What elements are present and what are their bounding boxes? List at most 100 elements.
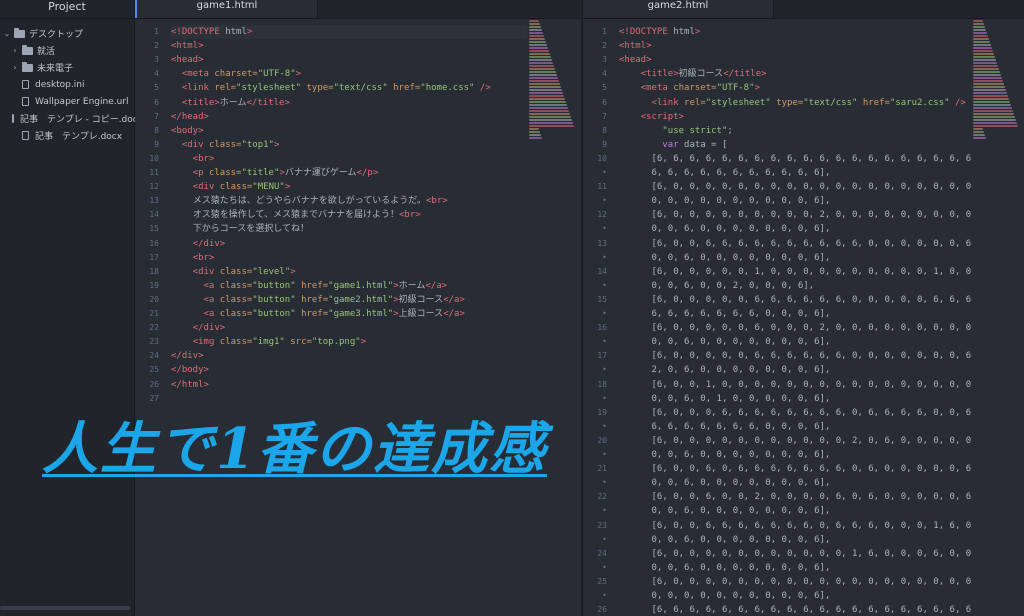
line-number: • — [602, 168, 607, 177]
minimap-line — [529, 89, 562, 91]
minimap-line — [973, 38, 989, 40]
code-line: 0, 0, 6, 0, 0, 0, 0, 0, 0, 0, 6], — [619, 222, 971, 236]
minimap[interactable] — [529, 20, 577, 140]
minimap-line — [973, 53, 994, 55]
sidebar-scrollbar[interactable] — [0, 606, 130, 610]
code-text: [6, 0, 0, 1, 0, 0, 0, 0, 0, 0, 0, 0, 0, … — [651, 379, 971, 390]
line-number: 3 — [602, 55, 607, 65]
code-text: [6, 0, 0, 0, 6, 6, 6, 6, 6, 6, 6, 6, 0, … — [651, 407, 971, 418]
tree-file[interactable]: 記事 テンプレ.docx — [0, 127, 134, 144]
code-text: <p class="title">バナナ運びゲーム</p> — [192, 168, 379, 178]
line-number: 19 — [149, 280, 159, 290]
line-number: 6 — [602, 97, 607, 107]
line-number: • — [602, 506, 607, 516]
code-text: <html> — [171, 41, 204, 52]
code-line: [6, 0, 0, 0, 0, 0, 0, 0, 0, 0, 0, 0, 0, … — [619, 180, 971, 194]
code-area[interactable]: <!DOCTYPE html> <html> <head> <title>初級コース… — [619, 19, 971, 616]
code-text: 0, 0, 6, 0, 0, 0, 0, 0, 0, 0, 6], — [651, 562, 831, 573]
line-number: • — [602, 421, 607, 431]
tree-file[interactable]: desktop.ini — [0, 76, 134, 93]
tree-folder[interactable]: › 就活 — [0, 42, 134, 59]
code-text: [6, 0, 0, 0, 0, 0, 6, 6, 6, 6, 6, 6, 0, … — [651, 351, 971, 362]
code-line: [6, 0, 0, 0, 0, 0, 6, 6, 6, 6, 6, 6, 0, … — [619, 293, 971, 307]
line-number: 4 — [154, 69, 159, 79]
line-number: • — [602, 309, 607, 318]
file-icon — [22, 131, 29, 140]
code-line: <p class="title">バナナ運びゲーム</p> — [171, 166, 527, 180]
code-line: </head> — [171, 110, 527, 124]
code-text: [6, 0, 0, 0, 0, 0, 0, 0, 0, 0, 0, 0, 0, … — [651, 182, 971, 193]
code-text: 6, 6, 6, 6, 6, 6, 6, 6, 6, 6, 6], — [651, 168, 831, 178]
tab-game2-html[interactable]: game2.html — [583, 0, 774, 18]
minimap-line — [973, 101, 1010, 103]
tree-file[interactable]: Wallpaper Engine.url — [0, 93, 134, 110]
code-line: <img class="img1" src="top.png"> — [171, 335, 527, 349]
file-icon — [12, 114, 14, 123]
code-line: <div class="top1"> — [171, 138, 527, 152]
tree-item-label: desktop.ini — [35, 79, 85, 90]
minimap-line — [529, 83, 560, 85]
minimap-line — [529, 113, 570, 115]
tree-folder[interactable]: ⌄ デスクトップ — [0, 25, 134, 42]
line-number: 9 — [154, 139, 159, 149]
minimap-line — [529, 59, 552, 61]
tree-item-label: デスクトップ — [29, 30, 84, 40]
line-number: 21 — [149, 309, 159, 318]
code-text: [6, 0, 0, 0, 0, 0, 6, 0, 0, 0, 2, 0, 0, … — [651, 323, 971, 334]
code-line: <link rel="stylesheet" type="text/css" h… — [619, 96, 971, 110]
tree-file[interactable]: 記事 テンプレ - コピー.docx — [0, 110, 143, 127]
line-number: 23 — [149, 337, 159, 347]
code-text: "use strict"; — [662, 125, 733, 136]
code-line: 2, 0, 6, 0, 0, 0, 0, 0, 0, 0, 6], — [619, 363, 971, 377]
line-number: 26 — [597, 605, 607, 615]
minimap-line — [529, 47, 548, 49]
minimap-line — [973, 44, 991, 46]
minimap-line — [529, 29, 542, 31]
line-number: 10 — [597, 153, 607, 163]
code-line: メス猿たちは、どうやらバナナを欲しがっているようだ。<br> — [171, 194, 527, 208]
line-number: 6 — [154, 97, 159, 107]
code-line: 0, 0, 0, 0, 0, 0, 0, 0, 0, 0, 6], — [619, 589, 971, 603]
code-line: </html> — [171, 378, 527, 392]
code-line: </body> — [171, 363, 527, 377]
code-text: <a class="button" href="game3.html">上級コー… — [203, 309, 465, 319]
line-number: • — [602, 365, 607, 375]
code-text: <script> — [640, 111, 685, 122]
line-number: 8 — [602, 125, 607, 135]
minimap-line — [529, 77, 558, 79]
editor-window: Project ⌄ デスクトップ › 就活 › 未来電子 desktop.ini Wallpa… — [0, 0, 1024, 616]
minimap-line — [973, 137, 986, 139]
code-line: 0, 0, 6, 0, 1, 0, 0, 0, 0, 0, 6], — [619, 392, 971, 406]
code-text: <a class="button" href="game2.html">初級コー… — [203, 294, 465, 305]
line-number: 13 — [149, 196, 159, 206]
code-line: 0, 0, 6, 0, 0, 0, 0, 0, 0, 0, 6], — [619, 251, 971, 265]
minimap-line — [529, 56, 551, 58]
code-line: [6, 0, 0, 0, 0, 0, 0, 0, 0, 0, 0, 0, 1, … — [619, 547, 971, 561]
file-icon — [22, 97, 29, 106]
code-line: <!DOCTYPE html> — [171, 25, 527, 39]
tab-game1-html[interactable]: game1.html — [135, 0, 318, 18]
line-number: 17 — [597, 351, 607, 361]
line-number: 11 — [149, 168, 159, 177]
line-number: 2 — [154, 41, 159, 51]
code-line: [6, 0, 0, 6, 0, 6, 6, 6, 6, 6, 6, 6, 0, … — [619, 462, 971, 476]
line-number: • — [602, 534, 607, 544]
line-number: • — [602, 591, 607, 600]
code-area[interactable]: <!DOCTYPE html> <html> <head> <meta charse… — [171, 19, 527, 616]
line-number: 22 — [149, 323, 159, 333]
code-text: 0, 0, 6, 0, 0, 0, 0, 0, 0, 0, 6], — [651, 534, 831, 545]
chevron-right-icon: › — [13, 63, 17, 72]
code-text: 0, 0, 6, 0, 0, 0, 0, 0, 0, 0, 6], — [651, 337, 831, 348]
minimap-line — [973, 29, 986, 31]
line-number: 24 — [149, 351, 159, 361]
line-number-gutter: 1 2 3 4 5 6 7 8 9 10 • 11 • 12 • 13 • 14 • 15 • 16 • 17 • 18 • 19 • 2… — [583, 19, 613, 616]
minimap-line — [529, 125, 574, 127]
code-line: [6, 0, 0, 1, 0, 0, 0, 0, 0, 0, 0, 0, 0, … — [619, 378, 971, 392]
tab-bar-right: game2.html — [583, 0, 1024, 19]
code-line: <!DOCTYPE html> — [619, 25, 971, 39]
code-line: <br> — [171, 152, 527, 166]
code-text: <div class="level"> — [192, 266, 296, 277]
code-line: <br> — [171, 251, 527, 265]
tree-folder[interactable]: › 未来電子 — [0, 59, 134, 76]
minimap[interactable] — [973, 20, 1021, 140]
